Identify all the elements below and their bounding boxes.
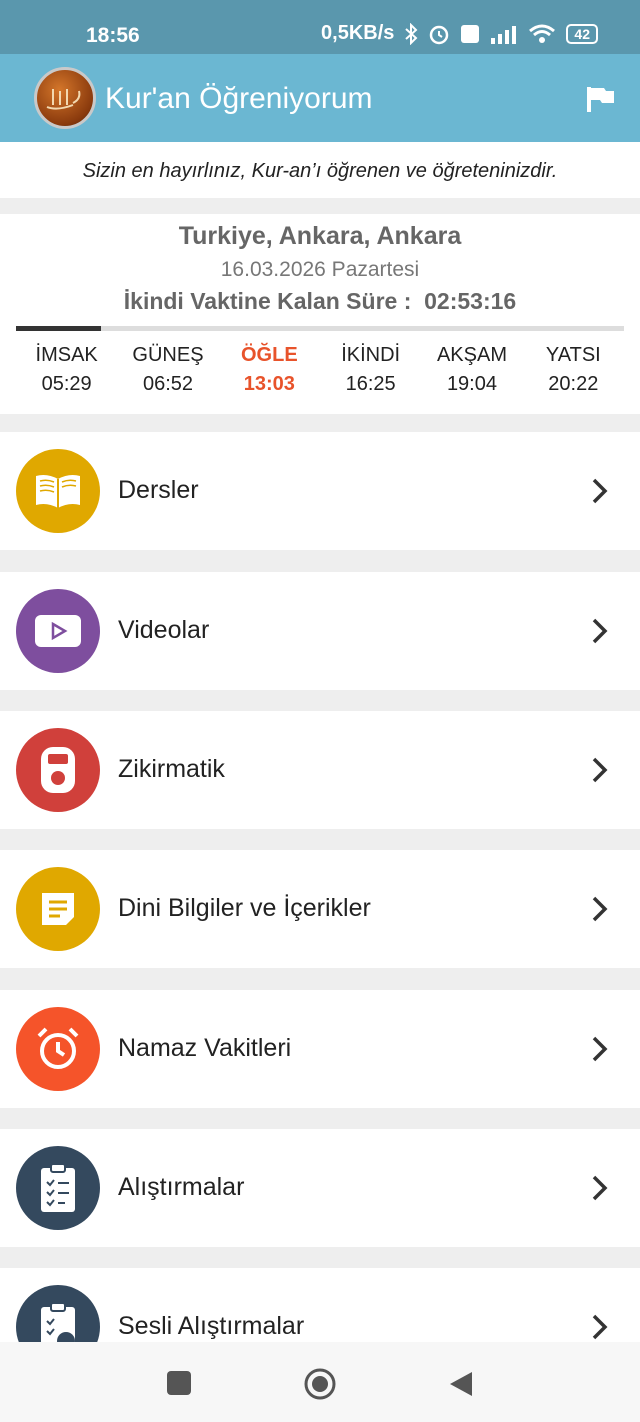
date-label: 16.03.2026 Pazartesi <box>220 258 420 281</box>
checklist-icon <box>16 1146 100 1230</box>
status-bar: 18:56 0,5KB/s 42 <box>0 0 640 54</box>
calligraphy-logo-icon <box>46 89 81 110</box>
document-icon <box>16 867 100 951</box>
menu-label: Dini Bilgiler ve İçerikler <box>118 894 371 922</box>
chevron-right-icon <box>592 896 608 922</box>
chevron-right-icon <box>592 1314 608 1340</box>
prayer-name: GÜNEŞ <box>132 344 204 366</box>
prayer-name: AKŞAM <box>436 344 507 366</box>
prayer-time-ikindi: İKİNDİ 16:25 <box>320 344 421 396</box>
prayer-name: YATSI <box>545 344 601 366</box>
prayer-time-aksam: AKŞAM 19:04 <box>421 344 522 396</box>
menu-item-namaz-vakitleri[interactable]: Namaz Vakitleri <box>0 990 640 1108</box>
chevron-right-icon <box>592 757 608 783</box>
prayer-time-gunes: GÜNEŞ 06:52 <box>117 344 218 396</box>
menu-item-dersler[interactable]: Dersler <box>0 432 640 550</box>
app-title: Kur'an Öğreniyorum <box>105 82 373 115</box>
prayer-name: İMSAK <box>35 344 98 366</box>
prayer-time-value: 13:03 <box>243 373 295 395</box>
prayer-time-imsak: İMSAK 05:29 <box>16 344 117 396</box>
bluetooth-icon <box>405 22 418 45</box>
menu-label: Dersler <box>118 476 199 504</box>
flag-icon[interactable] <box>586 84 616 114</box>
prayer-name: ÖĞLE <box>240 344 298 366</box>
status-indicators: 0,5KB/s 42 <box>321 22 598 45</box>
video-play-icon <box>16 589 100 673</box>
app-logo <box>34 67 96 129</box>
prayer-times-row: İMSAK 05:29 GÜNEŞ 06:52 ÖĞLE 13:03 İKİND… <box>16 344 624 396</box>
counter-icon <box>16 728 100 812</box>
remaining-label: İkindi Vaktine Kalan Süre : <box>123 288 412 314</box>
app-bar: Kur'an Öğreniyorum <box>0 54 640 142</box>
recents-button[interactable] <box>166 1370 192 1396</box>
prayer-progress-fill <box>16 326 102 331</box>
menu-label: Zikirmatik <box>118 755 225 783</box>
prayer-time-yatsi: YATSI 20:22 <box>523 344 624 396</box>
system-nav-bar <box>0 1342 640 1422</box>
prayer-time-value: 20:22 <box>548 373 599 395</box>
menu-label: Alıştırmalar <box>118 1173 245 1201</box>
chevron-right-icon <box>592 618 608 644</box>
menu-item-videolar[interactable]: Videolar <box>0 572 640 690</box>
hadith-quote: Sizin en hayırlınız, Kur-an’ı öğrenen ve… <box>82 160 558 182</box>
menu-item-alistirmalar[interactable]: Alıştırmalar <box>0 1129 640 1247</box>
status-time: 18:56 <box>86 24 140 47</box>
volte-icon <box>461 24 480 43</box>
prayer-time-value: 06:52 <box>142 373 194 395</box>
book-icon <box>16 449 100 533</box>
location-label: Turkiye, Ankara, Ankara <box>178 222 462 250</box>
signal-icon <box>491 25 517 44</box>
remaining-time: İkindi Vaktine Kalan Süre : 02:53:16 <box>0 288 640 315</box>
alarm-clock-icon <box>16 1007 100 1091</box>
menu-label: Namaz Vakitleri <box>118 1034 292 1062</box>
menu-item-zikirmatik[interactable]: Zikirmatik <box>0 711 640 829</box>
back-button[interactable] <box>448 1370 474 1398</box>
menu-label: Videolar <box>118 616 210 644</box>
wifi-icon <box>529 24 556 43</box>
remaining-value: 02:53:16 <box>424 288 517 314</box>
prayer-progress-bar <box>16 326 624 331</box>
prayer-time-value: 05:29 <box>41 373 92 395</box>
chevron-right-icon <box>592 1175 608 1201</box>
home-button[interactable] <box>303 1367 337 1401</box>
prayer-time-value: 16:25 <box>345 373 396 395</box>
network-speed: 0,5KB/s <box>321 22 395 44</box>
alarm-icon <box>430 25 449 44</box>
menu-item-dini-bilgiler[interactable]: Dini Bilgiler ve İçerikler <box>0 850 640 968</box>
prayer-time-ogle: ÖĞLE 13:03 <box>219 344 320 396</box>
chevron-right-icon <box>592 478 608 504</box>
prayer-time-value: 19:04 <box>446 373 497 395</box>
chevron-right-icon <box>592 1036 608 1062</box>
battery-icon: 42 <box>566 23 598 44</box>
prayer-name: İKİNDİ <box>341 344 401 366</box>
menu-label: Sesli Alıştırmalar <box>118 1312 305 1340</box>
